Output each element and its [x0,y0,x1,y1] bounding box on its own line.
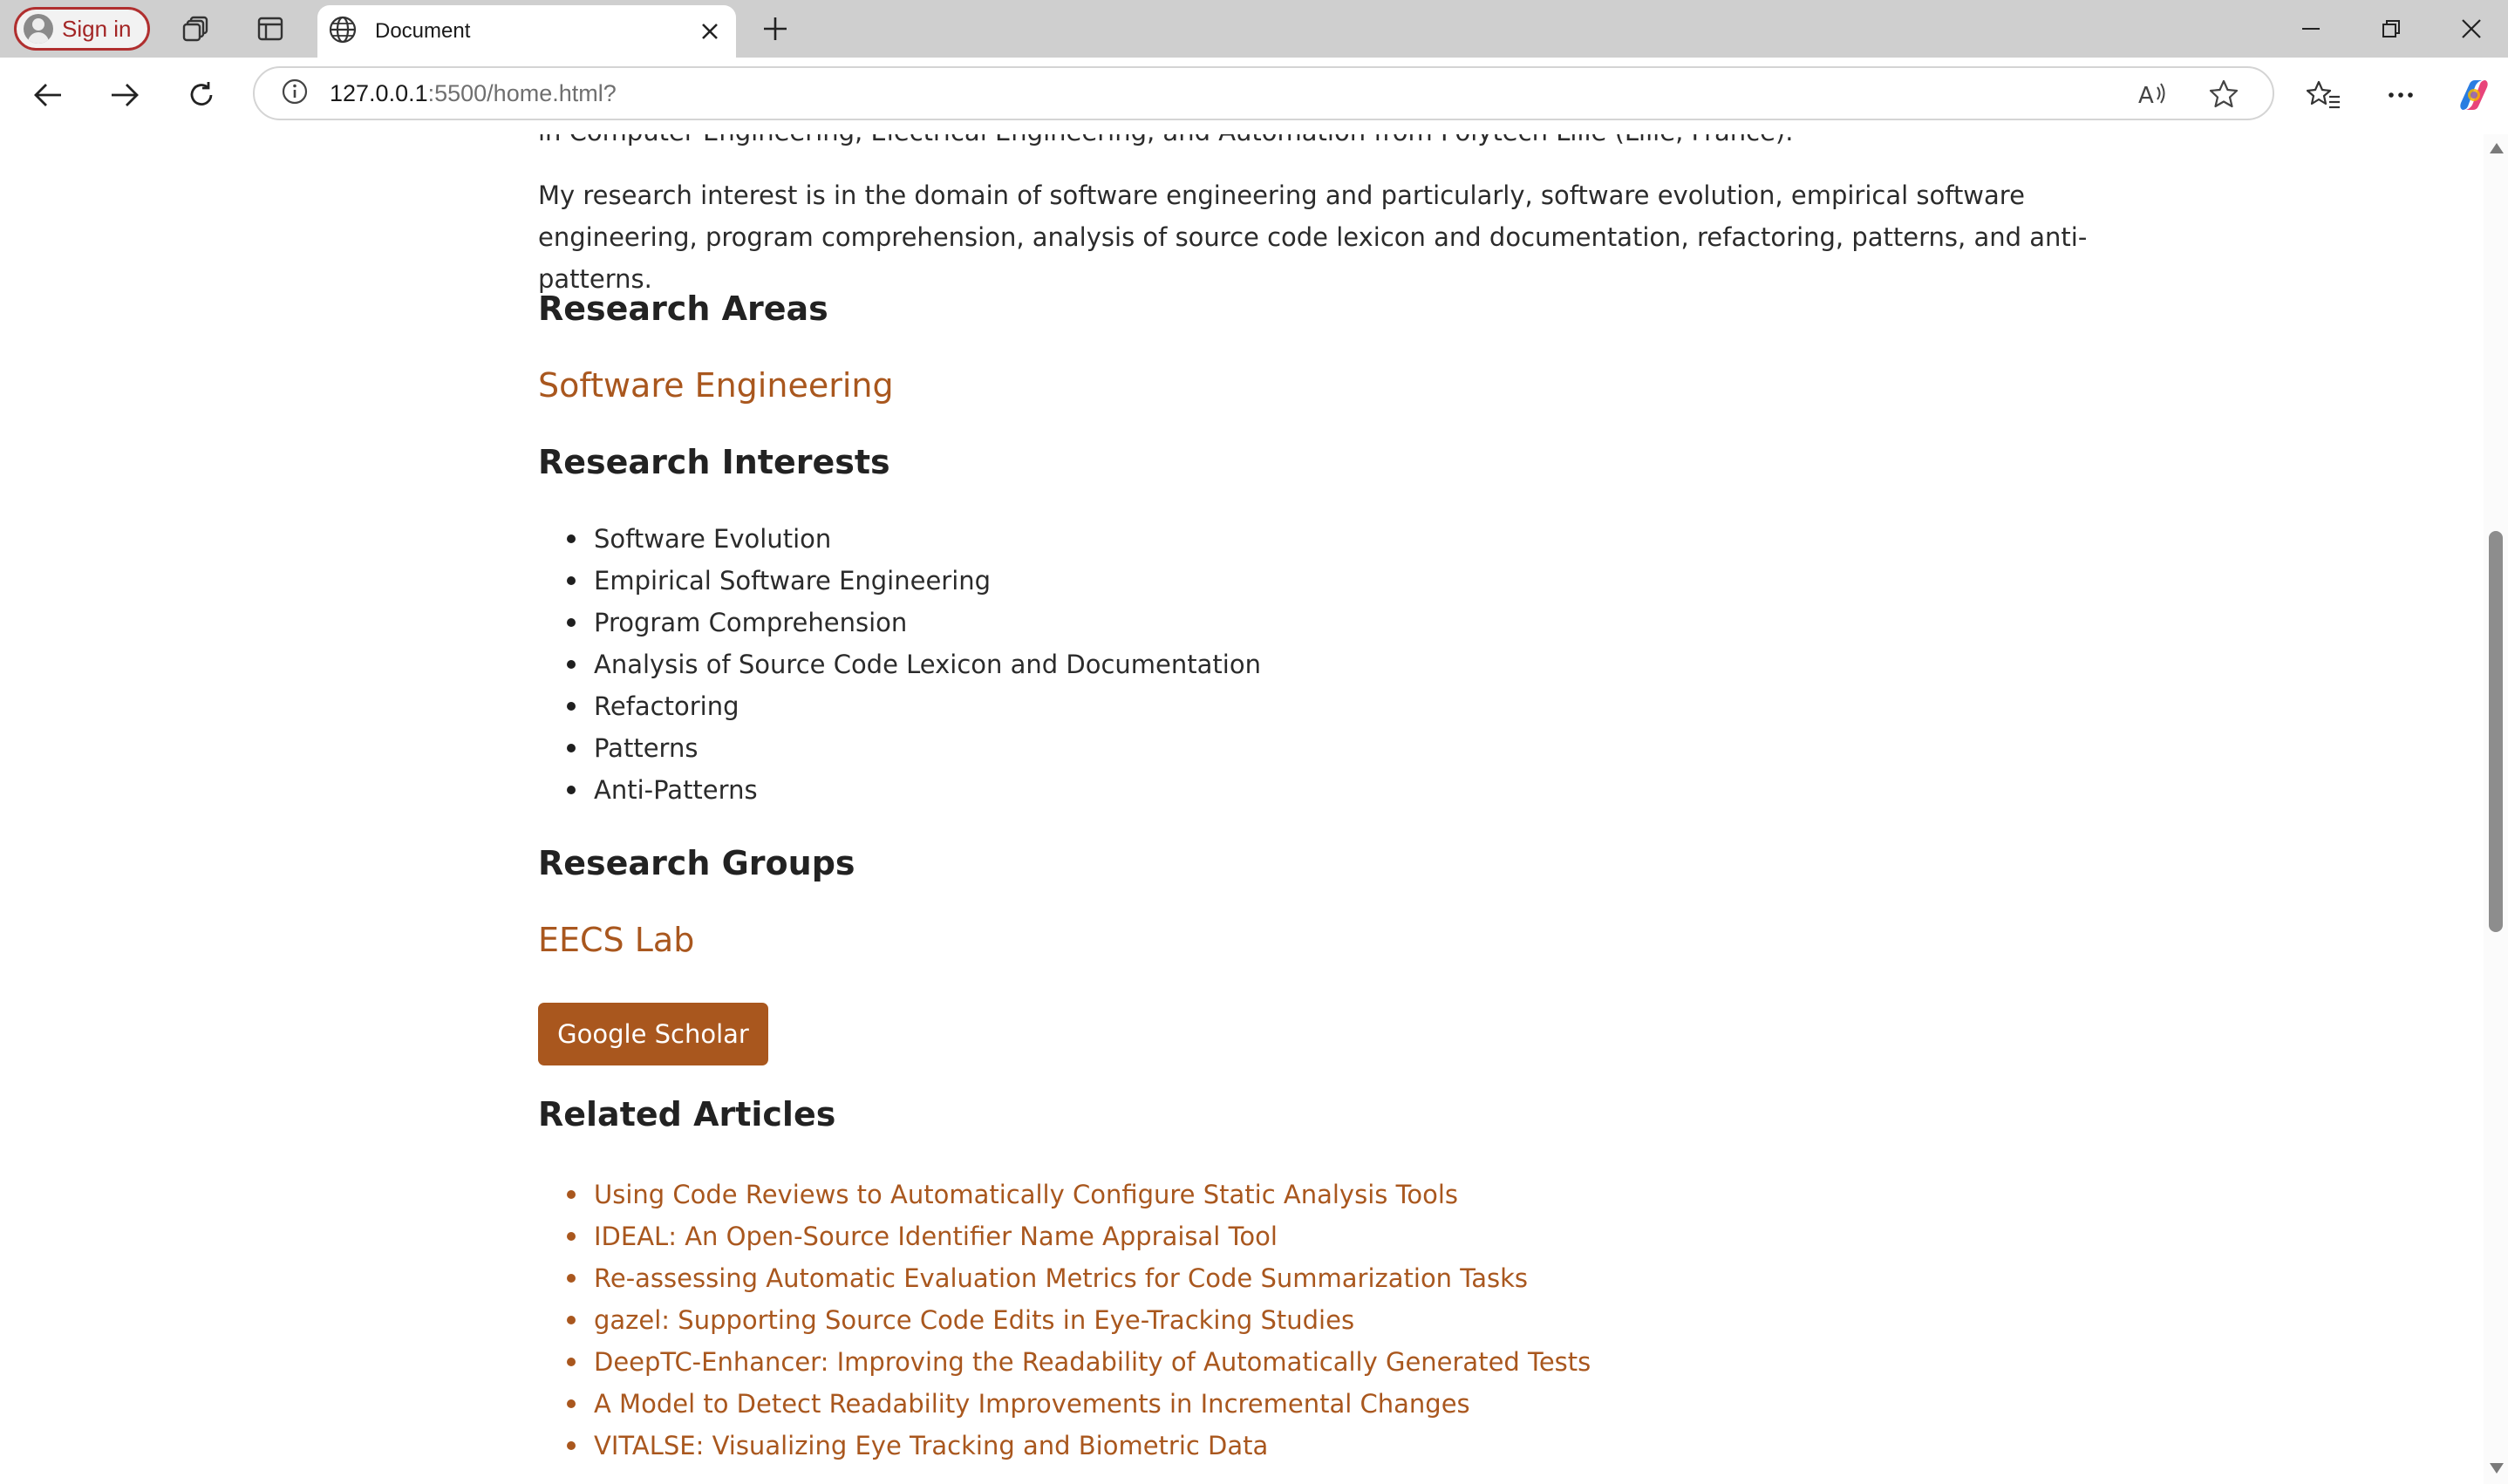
list-item: Empirical Software Engineering [538,560,1261,602]
close-tab-icon[interactable] [692,14,727,49]
article-link[interactable]: A Model to Detect Readability Improvemen… [538,1383,1591,1425]
new-tab-icon[interactable] [753,10,797,47]
article-link[interactable]: DeepTC-Enhancer: Improving the Readabili… [538,1341,1591,1383]
google-scholar-button[interactable]: Google Scholar [538,1003,768,1065]
url-path: :5500/home.html? [427,79,617,106]
active-tab[interactable]: Document [317,5,736,58]
svg-text:A: A [2138,83,2154,108]
address-bar[interactable]: 127.0.0.1:5500/home.html? A [253,66,2274,120]
list-item: Program Comprehension [538,602,1261,643]
article-link[interactable]: VITALSE: Visualizing Eye Tracking and Bi… [538,1425,1591,1467]
page-viewport: in Computer Engineering, Electrical Engi… [0,134,2484,1484]
article-link[interactable]: gazel: Supporting Source Code Edits in E… [538,1299,1591,1341]
more-options-icon[interactable] [2379,75,2423,115]
article-link[interactable]: Using Code Reviews to Automatically Conf… [538,1174,1591,1215]
related-articles-list: Using Code Reviews to Automatically Conf… [538,1174,1591,1467]
scroll-up-arrow-icon[interactable] [2490,143,2504,153]
research-interest-paragraph: My research interest is in the domain of… [538,180,2088,294]
sign-in-button[interactable]: Sign in [14,7,150,51]
globe-icon [328,15,358,49]
tab-strip: Sign in Document [0,0,2508,58]
software-engineering-link[interactable]: Software Engineering [538,366,894,405]
scrollbar-thumb[interactable] [2489,531,2503,932]
close-window-icon[interactable] [2431,0,2508,58]
copilot-icon[interactable] [2452,75,2496,115]
profile-avatar-icon [24,14,53,44]
scroll-down-arrow-icon[interactable] [2490,1463,2504,1474]
research-areas-heading: Research Areas [538,289,828,328]
minimize-icon[interactable] [2271,0,2351,58]
list-item: Analysis of Source Code Lexicon and Docu… [538,643,1261,685]
research-interests-list: Software Evolution Empirical Software En… [538,518,1261,811]
site-info-icon[interactable] [281,78,309,110]
restore-icon[interactable] [2351,0,2431,58]
refresh-icon[interactable] [180,75,223,115]
research-groups-heading: Research Groups [538,844,855,882]
eecs-lab-link[interactable]: EECS Lab [538,921,694,959]
article-link[interactable]: IDEAL: An Open-Source Identifier Name Ap… [538,1215,1591,1257]
navigation-bar: 127.0.0.1:5500/home.html? A [0,58,2508,135]
tab-title: Document [375,19,471,43]
list-item: Patterns [538,727,1261,769]
tab-actions-icon[interactable] [248,10,293,47]
read-aloud-icon[interactable]: A [2138,80,2170,112]
sign-in-label: Sign in [62,15,132,42]
url-host: 127.0.0.1 [330,79,428,106]
article-link[interactable]: Re-assessing Automatic Evaluation Metric… [538,1257,1591,1299]
list-item: Software Evolution [538,518,1261,560]
list-item: Refactoring [538,685,1261,727]
favorite-star-icon[interactable] [2208,78,2239,114]
bio-text-partial: in Computer Engineering, Electrical Engi… [538,134,1793,146]
workspaces-icon[interactable] [174,10,220,47]
forward-icon[interactable] [103,75,147,115]
page-scrollbar[interactable] [2484,134,2508,1484]
list-item: Anti-Patterns [538,769,1261,811]
url-text[interactable]: 127.0.0.1:5500/home.html? [330,80,617,107]
research-interests-heading: Research Interests [538,443,890,481]
back-icon[interactable] [26,75,70,115]
related-articles-heading: Related Articles [538,1095,836,1133]
favorites-icon[interactable] [2302,75,2346,115]
